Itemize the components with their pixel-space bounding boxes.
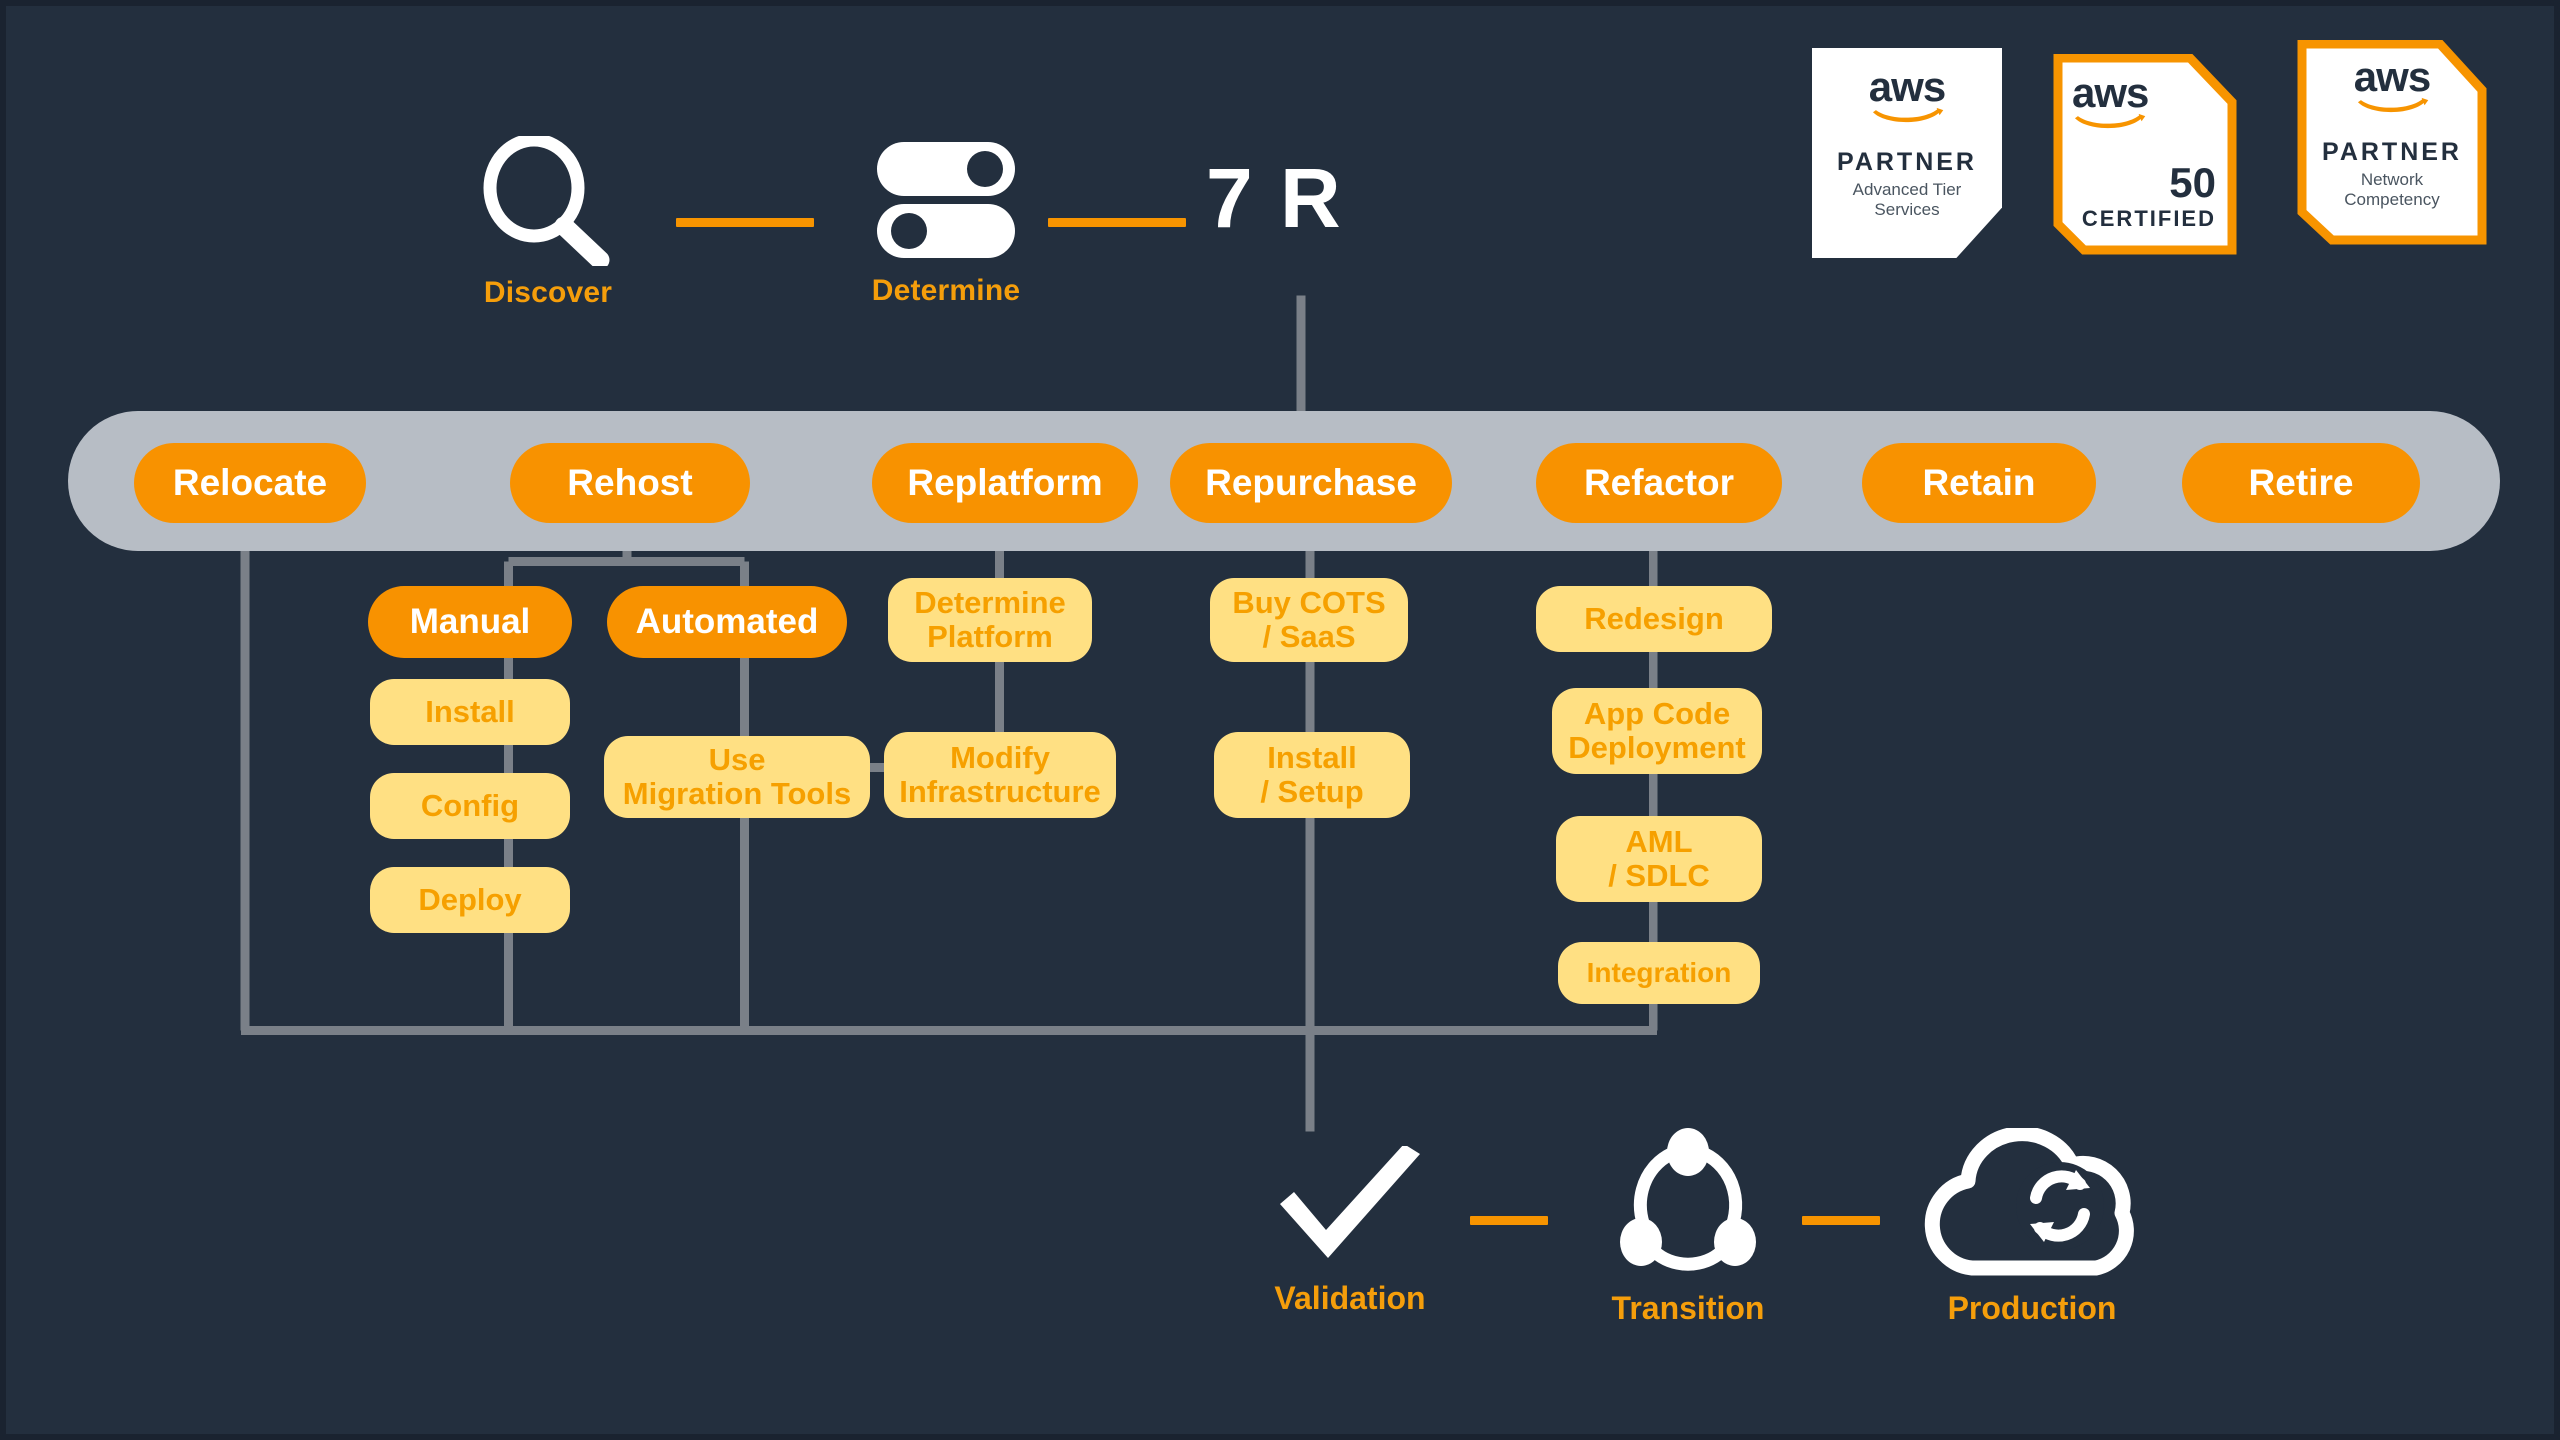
- step-discover[interactable]: Discover: [458, 136, 638, 310]
- badge-title: PARTNER: [2322, 138, 2462, 166]
- branch-repurchase-step-1[interactable]: Buy COTS / SaaS: [1210, 578, 1408, 662]
- badge-aws-network-competency: aws PARTNER Network Competency: [2294, 40, 2490, 248]
- branch-label: Automated: [635, 602, 819, 641]
- branch-rehost-automated-step-1[interactable]: Use Migration Tools: [604, 736, 870, 818]
- branch-rehost-automated-header[interactable]: Automated: [607, 586, 847, 658]
- badge-subtitle-line1: Network: [2360, 170, 2424, 189]
- branch-label: Manual: [409, 602, 531, 641]
- branch-label-line2: Infrastructure: [899, 774, 1101, 809]
- rail-item-label: Replatform: [907, 462, 1103, 503]
- branch-label-line1: Buy COTS: [1232, 585, 1386, 620]
- badge-subtitle: Advanced Tier Services: [1853, 180, 1962, 220]
- branch-label-line1: Modify: [950, 740, 1050, 775]
- rail-item-label: Relocate: [172, 462, 328, 503]
- branch-label-line1: AML: [1625, 824, 1693, 859]
- branch-label-line2: / Setup: [1260, 774, 1364, 809]
- step-label: Discover: [483, 276, 613, 309]
- bottom-connector-dash-1: [1470, 1216, 1548, 1225]
- rail-item-replatform[interactable]: Replatform: [872, 443, 1138, 523]
- step-production[interactable]: Production: [1906, 1128, 2158, 1327]
- branch-label-line1: App Code: [1583, 696, 1731, 731]
- badge-count: 50: [2169, 159, 2216, 206]
- flow-connector-dash-1: [676, 218, 814, 227]
- step-label: Transition: [1611, 1290, 1765, 1326]
- step-7r[interactable]: 7 R: [1206, 156, 1396, 240]
- rail-item-label: Rehost: [567, 462, 693, 503]
- branch-rehost-manual-header[interactable]: Manual: [368, 586, 572, 658]
- cloud-sync-icon: [1924, 1128, 2134, 1276]
- branch-label-line1: Install: [1267, 740, 1357, 775]
- diagram-canvas: aws PARTNER Advanced Tier Services aws 5…: [0, 0, 2560, 1440]
- rail-item-retain[interactable]: Retain: [1862, 443, 2096, 523]
- aws-smile-icon: [1872, 107, 1944, 123]
- branch-replatform-step-1[interactable]: Determine Platform: [888, 578, 1092, 662]
- branch-repurchase-step-2[interactable]: Install / Setup: [1214, 732, 1410, 818]
- seven-r-text: 7 R: [1206, 151, 1343, 245]
- branch-rehost-manual-step-1[interactable]: Install: [370, 679, 570, 745]
- branch-refactor-step-4[interactable]: Integration: [1558, 942, 1760, 1004]
- aws-smile-icon: [2357, 97, 2429, 113]
- step-label: Determine: [871, 274, 1021, 307]
- step-label: Validation: [1274, 1280, 1426, 1316]
- badge-subtitle-line1: Advanced Tier: [1852, 180, 1962, 199]
- rail-item-relocate[interactable]: Relocate: [134, 443, 366, 523]
- branch-label-line2: / SaaS: [1262, 619, 1356, 654]
- step-determine[interactable]: Determine: [851, 138, 1041, 308]
- step-label: Production: [1947, 1290, 2117, 1326]
- step-transition[interactable]: Transition: [1584, 1128, 1792, 1327]
- aws-smile-icon: [2074, 113, 2146, 129]
- rail-item-label: Refactor: [1583, 462, 1735, 503]
- branch-label: Install: [425, 694, 515, 729]
- rail-item-repurchase[interactable]: Repurchase: [1170, 443, 1452, 523]
- branch-label-line2: / SDLC: [1608, 858, 1710, 893]
- badge-title: PARTNER: [1837, 148, 1977, 176]
- branch-label: Config: [420, 788, 520, 823]
- branch-refactor-step-1[interactable]: Redesign: [1536, 586, 1772, 652]
- rail-item-label: Retain: [1922, 462, 2036, 503]
- step-validation[interactable]: Validation: [1242, 1146, 1458, 1317]
- toggles-icon: [877, 142, 1015, 258]
- badge-subtitle: Network Competency: [2344, 170, 2439, 210]
- aws-wordmark: aws: [2072, 69, 2149, 116]
- checkmark-icon: [1280, 1146, 1420, 1258]
- rail-item-rehost[interactable]: Rehost: [510, 443, 750, 523]
- rail-item-retire[interactable]: Retire: [2182, 443, 2420, 523]
- bottom-connector-dash-2: [1802, 1216, 1880, 1225]
- transition-icon: [1620, 1128, 1756, 1271]
- aws-wordmark: aws: [1868, 63, 1946, 110]
- magnifier-icon: [483, 136, 610, 266]
- aws-wordmark: aws: [2353, 53, 2431, 100]
- branch-label-line1: Use: [708, 742, 766, 777]
- branch-rehost-manual-step-3[interactable]: Deploy: [370, 867, 570, 933]
- branch-label: Redesign: [1584, 601, 1724, 636]
- badge-aws-advanced-tier: aws PARTNER Advanced Tier Services: [1812, 48, 2002, 258]
- branch-label-line1: Determine: [914, 585, 1066, 620]
- branch-label: Integration: [1586, 957, 1732, 988]
- branch-replatform-step-2[interactable]: Modify Infrastructure: [884, 732, 1116, 818]
- flow-connector-dash-2: [1048, 218, 1186, 227]
- branch-refactor-step-3[interactable]: AML / SDLC: [1556, 816, 1762, 902]
- branch-label: Deploy: [418, 882, 522, 917]
- badge-title: CERTIFIED: [2081, 206, 2216, 231]
- branch-rehost-manual-step-2[interactable]: Config: [370, 773, 570, 839]
- branch-label-line2: Deployment: [1568, 730, 1746, 765]
- badge-subtitle-line2: Competency: [2344, 190, 2440, 209]
- badge-aws-50-certified: aws 50 CERTIFIED: [2050, 54, 2240, 258]
- branch-label-line2: Platform: [927, 619, 1053, 654]
- rail-item-label: Repurchase: [1205, 462, 1417, 503]
- branch-label-line2: Migration Tools: [622, 776, 852, 811]
- rail-item-label: Retire: [2248, 462, 2354, 503]
- rail-item-refactor[interactable]: Refactor: [1536, 443, 1782, 523]
- branch-refactor-step-2[interactable]: App Code Deployment: [1552, 688, 1762, 774]
- badge-subtitle-line2: Services: [1874, 200, 1940, 219]
